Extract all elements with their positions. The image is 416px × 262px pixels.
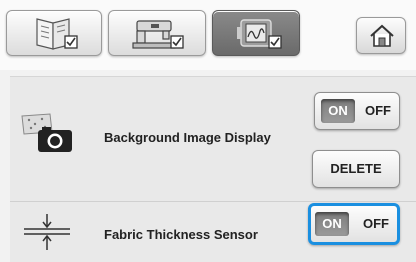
- thickness-sensor-icon: [24, 214, 70, 250]
- tab-sewing-settings[interactable]: [108, 10, 206, 56]
- fabric-thickness-toggle-off[interactable]: OFF: [359, 212, 393, 236]
- fabric-thickness-toggle-on[interactable]: ON: [315, 212, 349, 236]
- top-tab-bar: [0, 0, 416, 70]
- home-button[interactable]: [356, 17, 406, 54]
- embroidery-frame-icon: [237, 19, 282, 49]
- background-image-toggle-on[interactable]: ON: [321, 99, 355, 123]
- home-icon: [370, 24, 394, 47]
- settings-book-icon: [36, 18, 78, 50]
- background-image-toggle[interactable]: ON OFF: [314, 92, 400, 130]
- tab-general-settings[interactable]: [6, 10, 102, 56]
- delete-button[interactable]: DELETE: [312, 150, 400, 188]
- camera-icon: [21, 113, 72, 152]
- fabric-thickness-sensor-label: Fabric Thickness Sensor: [104, 227, 258, 242]
- background-image-display-label: Background Image Display: [104, 130, 271, 145]
- sewing-machine-icon: [132, 20, 184, 49]
- fabric-thickness-toggle[interactable]: ON OFF: [308, 203, 400, 245]
- row-divider: [10, 201, 416, 202]
- tab-embroidery-settings[interactable]: [212, 10, 300, 56]
- background-image-toggle-off[interactable]: OFF: [361, 99, 395, 123]
